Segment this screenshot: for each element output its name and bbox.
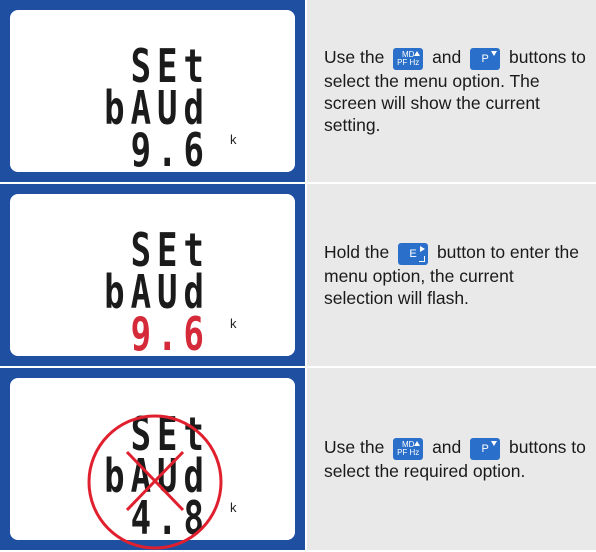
triangle-up-icon: [414, 50, 421, 56]
lcd-screen-2: SEt bAUd 9.6 k: [10, 194, 295, 362]
lcd-screen-1: SEt bAUd 9.6 k: [10, 10, 295, 178]
lcd-line-value: 9.6: [130, 124, 210, 178]
md-pf-button: MD PF Hz: [393, 437, 424, 460]
p-button: P: [470, 47, 501, 70]
lcd-screen-3: SEt bAUd 4.8 k: [10, 378, 295, 550]
lcd-unit: k: [230, 316, 237, 331]
triangle-right-icon: [420, 245, 426, 252]
crossed-circle-icon: [87, 414, 223, 550]
lcd-unit: k: [230, 132, 237, 147]
instruction-panel-2: Hold the E button to enter the menu opti…: [307, 184, 596, 366]
instruction-text-2: Hold the E button to enter the menu opti…: [324, 242, 579, 308]
lcd-panel-3: SEt bAUd 4.8 k: [0, 368, 305, 550]
enter-arrow-icon: [419, 255, 426, 262]
lcd-panel-1: SEt bAUd 9.6 k: [0, 0, 305, 182]
e-button: E: [398, 242, 429, 265]
lcd-panel-2: SEt bAUd 9.6 k: [0, 184, 305, 366]
md-pf-button: MD PF Hz: [393, 47, 424, 70]
p-button: P: [470, 437, 501, 460]
step-row-3: SEt bAUd 4.8 k Use the MDPF Hz: [0, 368, 596, 550]
lcd-unit: k: [230, 500, 237, 515]
lcd-line-value-flashing: 9.6: [130, 308, 210, 362]
instruction-text-3: Use the MD PF Hz and P buttons to select …: [324, 437, 586, 481]
step-row-1: SEt bAUd 9.6 k Use the MD PF Hz and P bu…: [0, 0, 596, 182]
instruction-text-1: Use the MD PF Hz and P buttons to select …: [324, 47, 586, 135]
triangle-down-icon: [491, 50, 498, 56]
triangle-up-icon: [414, 440, 421, 446]
instruction-panel-3: Use the MD PF Hz and P buttons to select …: [307, 368, 596, 550]
step-row-2: SEt bAUd 9.6 k Hold the E button to ente…: [0, 184, 596, 366]
instruction-panel-1: Use the MD PF Hz and P buttons to select …: [307, 0, 596, 182]
triangle-down-icon: [491, 440, 498, 446]
